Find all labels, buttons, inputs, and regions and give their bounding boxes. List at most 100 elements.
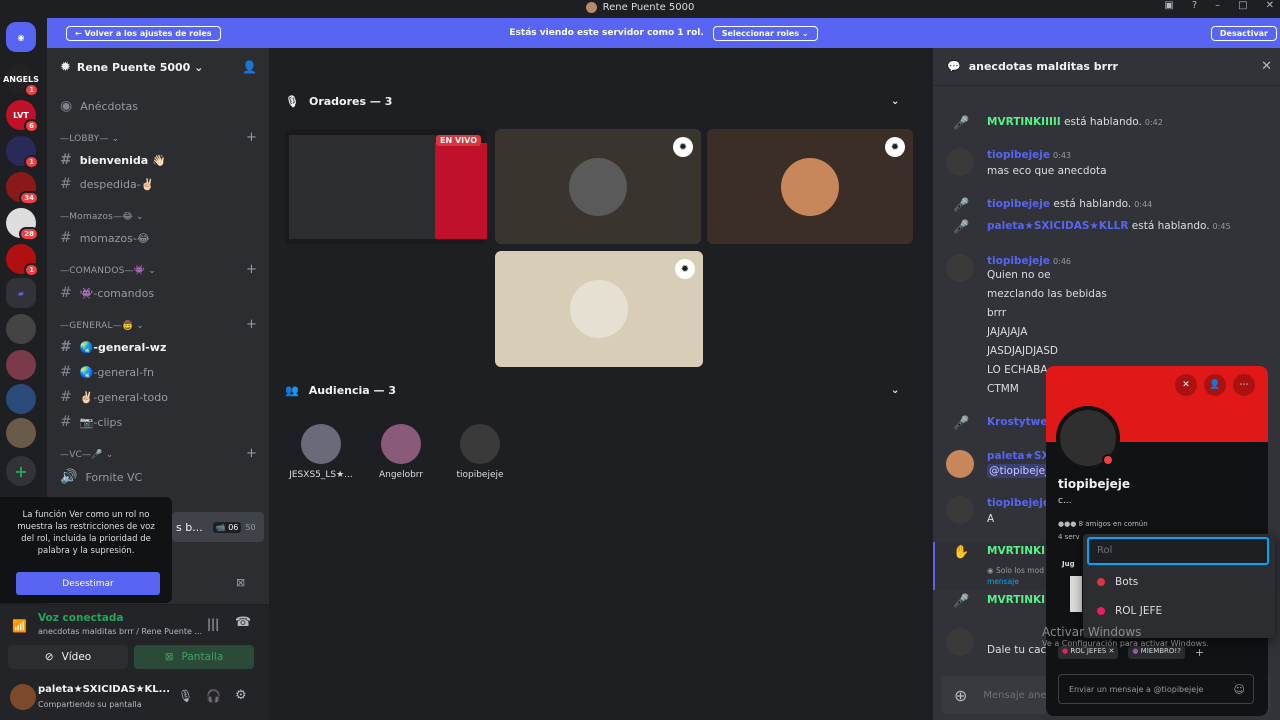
discord-home-icon[interactable]: ◉ [6,22,36,52]
add-attachment-icon[interactable]: ⊕ [954,686,967,705]
deactivate-button[interactable]: Desactivar [1210,25,1277,41]
message-body: mas eco que anecdota [987,165,1107,177]
guild-icon[interactable] [6,418,36,448]
channel-bienvenida[interactable]: # bienvenida 👋🏻 [60,152,166,168]
channel-general-todo[interactable]: # ✌🏻-general-todo [60,389,168,405]
voice-status[interactable]: Voz conectada [38,612,124,624]
mute-icon[interactable]: ✕ [1175,374,1197,396]
back-to-role-settings-button[interactable]: ← Volver a los ajustes de roles [66,25,221,41]
emoji-icon[interactable]: ☺ [1234,683,1245,696]
close-window-icon[interactable]: ✕ [1266,0,1274,11]
inbox-icon[interactable]: ▣ [1164,0,1173,11]
guild-icon[interactable]: 34 [6,172,39,205]
select-roles-button[interactable]: Seleccionar roles ⌄ [712,25,818,41]
noise-suppression-icon[interactable]: ||| [207,617,219,631]
audience-member[interactable]: tiopibejeje [440,424,520,480]
speaker-tile[interactable]: ✹ [495,251,703,367]
guild-icon[interactable]: 1 [6,244,39,277]
speaker-tile[interactable]: ✹ [495,129,701,244]
category-momazos[interactable]: —Momazos—😂 ⌄ [60,212,144,222]
mutual-servers[interactable]: 4 serv [1058,533,1080,541]
dm-input[interactable]: Enviar un mensaje a @tiopibejeje ☺ [1058,674,1254,704]
guild-icon[interactable]: 1 [6,136,39,169]
guild-icon[interactable] [6,350,36,380]
username[interactable]: paleta★SXICIDAS★KL... [38,684,170,695]
role-label: ROL JEFES [1070,647,1107,655]
minimize-icon[interactable]: – [1215,0,1220,11]
add-channel-icon[interactable]: + [246,446,257,461]
message-author[interactable]: paleta★SXICIDAS★KLLR [987,220,1128,232]
category-general[interactable]: —GENERAL—🤠 ⌄ [60,321,144,331]
screen-share-icon[interactable]: ⊠ [236,576,245,589]
signal-icon[interactable]: 📶 [12,619,27,633]
category-lobby[interactable]: —LOBBY— ⌄ [60,134,119,144]
headphones-icon[interactable]: 🎧 [206,689,221,703]
mutual-friends[interactable]: ●●● 8 amigos en común [1058,520,1148,528]
message-author[interactable]: MVRTINKIIIII [987,116,1061,128]
close-icon[interactable]: ✕ [1261,59,1272,74]
folder-icon[interactable]: ▰ [6,278,36,308]
voice-location[interactable]: anecdotas malditas brrr / Rene Puente ..… [38,627,202,636]
guild-icon[interactable] [6,384,36,414]
add-channel-icon[interactable]: + [246,317,257,332]
audience-member[interactable]: Angelobrr [361,424,441,480]
channel-anecdotas[interactable]: ◉ Anécdotas [60,98,138,114]
help-icon[interactable]: ? [1192,0,1197,11]
channel-comandos[interactable]: # 👾-comandos [60,285,154,301]
add-channel-icon[interactable]: + [246,262,257,277]
maximize-icon[interactable]: □ [1238,0,1247,11]
message-author[interactable]: paleta★SXI [987,450,1053,462]
channel-label: 📷-clips [79,415,123,429]
guild-icon[interactable]: ANGELS 1 [3,64,39,97]
stream-tile[interactable]: EN VIVO [285,129,487,244]
dismiss-button[interactable]: Desestimar [16,572,160,595]
add-friend-icon[interactable]: 👤 [1204,374,1226,396]
speaker-tile[interactable]: ✹ [707,129,913,244]
avatar[interactable] [946,148,974,176]
avatar[interactable] [946,628,974,656]
more-options-icon[interactable]: ⋯ [1233,374,1255,396]
channel-fornite-vc[interactable]: 🔊 Fornite VC [60,469,142,485]
message-author[interactable]: tiopibejeje [987,198,1050,210]
avatar[interactable] [10,684,36,710]
invite-people-icon[interactable]: 👤 [242,60,257,74]
category-vc[interactable]: —VC—🎤 ⌄ [60,450,113,460]
audience-member[interactable]: JESXS5_LS★... [281,424,361,480]
audience-header[interactable]: 👥 Audiencia — 3 ⌄ [285,384,899,397]
chevron-down-icon[interactable]: ⌄ [891,96,899,107]
message-author[interactable]: tiopibejeje [987,497,1050,509]
microphone-icon: 🎙 [285,95,299,108]
avatar[interactable] [946,450,974,478]
note-link[interactable]: mensaje [987,577,1019,586]
message-author[interactable]: tiopibejeje [987,149,1050,161]
speakers-header[interactable]: 🎙 Oradores — 3 ⌄ [285,95,899,108]
avatar[interactable] [946,496,974,524]
message-author[interactable]: tiopibejeje [987,255,1050,267]
server-header[interactable]: ✹ Rene Puente 5000 ⌄ 👤 [47,48,269,86]
disconnect-icon[interactable]: ☎ [235,615,251,630]
guild-icon[interactable] [6,314,36,344]
channel-active-vc[interactable]: s b... 📹 06 50 [172,512,264,542]
role-search-input[interactable]: Rol [1087,537,1269,565]
channel-general-fn[interactable]: # 🌏-general-fn [60,364,154,380]
guild-icon[interactable]: 28 [6,208,39,241]
role-option-rol-jefe[interactable]: ROL JEFE [1097,605,1162,617]
add-server-icon[interactable]: + [6,456,36,486]
guild-icon[interactable]: LVT 6 [6,100,39,133]
screen-share-button[interactable]: ⊠ Pantalla [134,645,254,669]
add-channel-icon[interactable]: + [246,130,257,145]
chevron-down-icon[interactable]: ⌄ [891,385,899,396]
message-body: mezclando las bebidas [987,288,1107,300]
channel-general-wz[interactable]: # 🌏-general-wz [60,339,166,355]
avatar[interactable] [946,254,974,282]
role-option-bots[interactable]: Bots [1097,576,1138,588]
video-button[interactable]: ⊘ Vídeo [8,645,128,669]
channel-despedida[interactable]: # despedida-✌🏻 [60,176,154,192]
channel-momazos[interactable]: # momazos-😂 [60,230,150,246]
stage-area: 🎙 Oradores — 3 ⌄ EN VIVO ✹ ✹ ✹ 👥 Audienc… [269,48,932,720]
category-comandos[interactable]: —COMANDOS—👾 ⌄ [60,266,156,276]
channel-clips[interactable]: # 📷-clips [60,414,122,430]
settings-gear-icon[interactable]: ⚙ [235,688,247,703]
microphone-icon[interactable]: 🎙 [178,689,193,703]
message-author[interactable]: Krostytwen [987,416,1055,428]
